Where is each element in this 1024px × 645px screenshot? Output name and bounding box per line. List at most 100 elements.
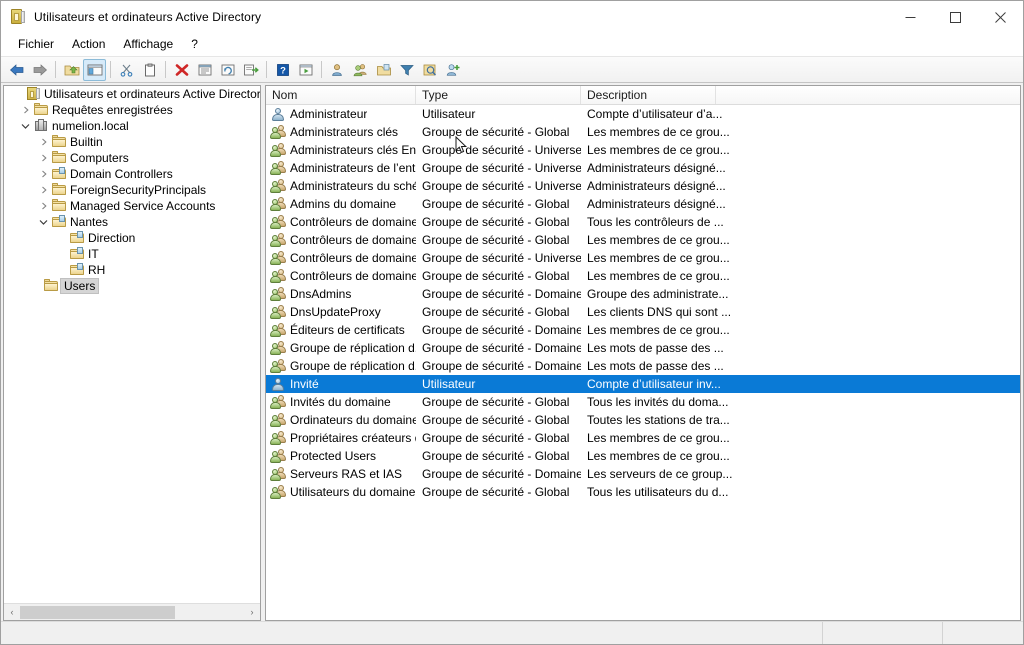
tree-node-builtin[interactable]: Builtin [4, 134, 260, 150]
table-row[interactable]: Utilisateurs du domaine Groupe de sécuri… [266, 483, 1020, 501]
table-row[interactable]: Éditeurs de certificats Groupe de sécuri… [266, 321, 1020, 339]
tree-node-foreignsecurityprincipals[interactable]: ForeignSecurityPrincipals [4, 182, 260, 198]
row-description: Tous les contrôleurs de ... [581, 215, 1020, 229]
add-member-icon[interactable] [441, 59, 464, 81]
toolbar-separator [110, 61, 111, 78]
table-row[interactable]: Administrateur Utilisateur Compte d’util… [266, 105, 1020, 123]
show-window-icon[interactable] [294, 59, 317, 81]
tree-node-computers[interactable]: Computers [4, 150, 260, 166]
table-row[interactable]: Contrôleurs de domaine... Groupe de sécu… [266, 249, 1020, 267]
tree-node-label: Requêtes enregistrées [52, 103, 173, 117]
table-row[interactable]: Contrôleurs de domaine Groupe de sécurit… [266, 213, 1020, 231]
column-header-type[interactable]: Type [416, 86, 581, 104]
tree-node-numelion-local[interactable]: numelion.local [4, 118, 260, 134]
export-list-icon[interactable] [239, 59, 262, 81]
chevron-right-icon[interactable] [36, 134, 51, 150]
scroll-left-arrow[interactable]: ‹ [4, 605, 20, 620]
table-row[interactable]: Administrateurs clés Groupe de sécurité … [266, 123, 1020, 141]
toolbar-separator [266, 61, 267, 78]
table-row-selected[interactable]: Invité Utilisateur Compte d’utilisateur … [266, 375, 1020, 393]
table-row[interactable]: Groupe de réplication d... Groupe de séc… [266, 339, 1020, 357]
tree-node-requetes-enregistrees[interactable]: Requêtes enregistrées [4, 102, 260, 118]
show-hide-console-tree-icon[interactable] [83, 59, 106, 81]
tree-horizontal-scrollbar[interactable]: ‹ › [4, 603, 260, 620]
cut-icon[interactable] [115, 59, 138, 81]
table-row[interactable]: Invités du domaine Groupe de sécurité - … [266, 393, 1020, 411]
chevron-right-icon[interactable] [36, 182, 51, 198]
table-row[interactable]: Administrateurs clés Ent... Groupe de sé… [266, 141, 1020, 159]
table-row[interactable]: Contrôleurs de domaine... Groupe de sécu… [266, 231, 1020, 249]
table-row[interactable]: Propriétaires créateurs d... Groupe de s… [266, 429, 1020, 447]
table-row[interactable]: Contrôleurs de domaine... Groupe de sécu… [266, 267, 1020, 285]
tree-node-it[interactable]: IT [4, 246, 260, 262]
tree-node-direction[interactable]: Direction [4, 230, 260, 246]
table-row[interactable]: Protected Users Groupe de sécurité - Glo… [266, 447, 1020, 465]
table-row[interactable]: Groupe de réplication d... Groupe de séc… [266, 357, 1020, 375]
table-row[interactable]: DnsAdmins Groupe de sécurité - Domaine .… [266, 285, 1020, 303]
back-arrow-icon[interactable] [5, 59, 28, 81]
table-row[interactable]: Serveurs RAS et IAS Groupe de sécurité -… [266, 465, 1020, 483]
chevron-right-icon[interactable] [36, 198, 51, 214]
svg-text:?: ? [280, 65, 286, 76]
scroll-thumb[interactable] [20, 606, 175, 619]
close-button[interactable] [978, 1, 1023, 33]
row-type: Groupe de sécurité - Global [416, 305, 581, 319]
table-row[interactable]: Admins du domaine Groupe de sécurité - G… [266, 195, 1020, 213]
list-body[interactable]: Administrateur Utilisateur Compte d’util… [266, 105, 1020, 620]
forward-arrow-icon[interactable] [28, 59, 51, 81]
folder-icon [51, 182, 67, 198]
chevron-right-icon[interactable] [36, 150, 51, 166]
column-header-blank[interactable] [716, 86, 1020, 104]
chevron-right-icon[interactable] [36, 166, 51, 182]
up-folder-icon[interactable] [60, 59, 83, 81]
chevron-right-icon[interactable] [18, 102, 33, 118]
copy-icon[interactable] [138, 59, 161, 81]
help-icon[interactable]: ? [271, 59, 294, 81]
find-icon[interactable] [418, 59, 441, 81]
new-user-icon[interactable] [326, 59, 349, 81]
properties-icon[interactable] [193, 59, 216, 81]
group-icon [270, 232, 286, 248]
menu-fichier[interactable]: Fichier [9, 35, 63, 53]
tree-node-rh[interactable]: RH [4, 262, 260, 278]
tree-node-nantes[interactable]: Nantes [4, 214, 260, 230]
maximize-button[interactable] [933, 1, 978, 33]
folder-icon [51, 198, 67, 214]
scroll-track[interactable] [20, 605, 244, 620]
table-row[interactable]: Administrateurs de l’ent... Groupe de sé… [266, 159, 1020, 177]
tree-node-managed-service-accounts[interactable]: Managed Service Accounts [4, 198, 260, 214]
new-ou-icon[interactable] [372, 59, 395, 81]
table-row[interactable]: Administrateurs du sché... Groupe de séc… [266, 177, 1020, 195]
row-type: Groupe de sécurité - Global [416, 197, 581, 211]
console-tree-pane: Utilisateurs et ordinateurs Active Direc… [3, 85, 261, 621]
tree-node-domain-controllers[interactable]: Domain Controllers [4, 166, 260, 182]
column-header-nom[interactable]: Nom [266, 86, 416, 104]
minimize-button[interactable] [888, 1, 933, 33]
chevron-down-icon[interactable] [18, 118, 33, 134]
table-row[interactable]: Ordinateurs du domaine Groupe de sécurit… [266, 411, 1020, 429]
table-row[interactable]: DnsUpdateProxy Groupe de sécurité - Glob… [266, 303, 1020, 321]
group-icon [270, 250, 286, 266]
group-icon [270, 340, 286, 356]
scroll-right-arrow[interactable]: › [244, 605, 260, 620]
row-description: Administrateurs désigné... [581, 197, 1020, 211]
tree-node-label: Computers [70, 151, 129, 165]
row-type: Groupe de sécurité - Universel [416, 251, 581, 265]
row-name: Administrateurs du sché... [290, 179, 416, 193]
delete-icon[interactable] [170, 59, 193, 81]
chevron-down-icon[interactable] [36, 214, 51, 230]
menu-help[interactable]: ? [182, 35, 207, 53]
row-name: Contrôleurs de domaine... [290, 233, 416, 247]
filter-icon[interactable] [395, 59, 418, 81]
menu-affichage[interactable]: Affichage [114, 35, 182, 53]
row-description: Groupe des administrate... [581, 287, 1020, 301]
tree-node-users[interactable]: Users [4, 278, 260, 294]
group-icon [270, 484, 286, 500]
refresh-icon[interactable] [216, 59, 239, 81]
column-header-description[interactable]: Description [581, 86, 716, 104]
row-name: Administrateurs clés Ent... [290, 143, 416, 157]
new-group-icon[interactable] [349, 59, 372, 81]
tree-node-root[interactable]: Utilisateurs et ordinateurs Active Direc… [4, 86, 260, 102]
group-icon [270, 430, 286, 446]
menu-action[interactable]: Action [63, 35, 114, 53]
